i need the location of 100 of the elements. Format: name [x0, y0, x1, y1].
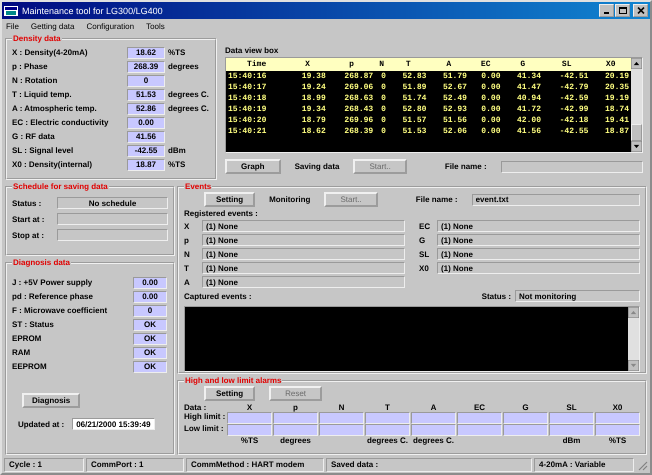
- unit-label: degrees: [280, 436, 311, 445]
- table-cell-text: 51.53: [401, 126, 428, 137]
- input-field[interactable]: [549, 412, 594, 424]
- scroll-down-icon[interactable]: [631, 141, 642, 152]
- setting-button[interactable]: Setting: [204, 192, 256, 207]
- field-label: pd : Reference phase: [12, 292, 94, 301]
- scrollbar[interactable]: [631, 58, 642, 152]
- unit-label: degrees C.: [413, 436, 454, 445]
- maximize-button[interactable]: [615, 4, 630, 17]
- input-field[interactable]: [503, 412, 548, 424]
- input-field[interactable]: [319, 424, 364, 436]
- input-field[interactable]: [365, 424, 410, 436]
- column-header: G: [521, 403, 530, 412]
- field-label: High limit :: [184, 412, 226, 423]
- table-cell-text: 0.00: [480, 126, 502, 137]
- field-label: X0 : Density(internal): [12, 160, 94, 169]
- field-label: Start at :: [12, 214, 46, 224]
- table-cell-text: 41.56: [516, 126, 542, 137]
- column-header: T: [388, 58, 428, 71]
- value-field: OK: [133, 360, 167, 372]
- scroll-thumb[interactable]: [631, 124, 642, 141]
- input-field[interactable]: [319, 412, 364, 424]
- field-label: A : Atmospheric temp.: [12, 104, 98, 113]
- input-field[interactable]: [411, 424, 456, 436]
- input-field[interactable]: [411, 412, 456, 424]
- value-field: 268.39: [127, 60, 165, 72]
- value-field: 18.62: [127, 46, 165, 58]
- column-header: X: [246, 403, 254, 412]
- table-cell-text: 15:40:18: [227, 93, 268, 104]
- table-cell: 20.19: [590, 71, 631, 82]
- unit-label: %TS: [168, 160, 186, 169]
- column-header: N: [338, 403, 346, 412]
- table-cell-text: 0.00: [480, 115, 502, 126]
- status-bar-cell: Cycle : 1: [4, 458, 84, 472]
- table-cell-text: 18.79: [300, 115, 327, 126]
- column-header: A: [430, 403, 438, 412]
- column-header: X0: [612, 403, 624, 412]
- table-cell-text: 40.94: [516, 93, 542, 104]
- value-field: 51.53: [127, 88, 165, 100]
- column-header: EC: [468, 58, 502, 71]
- diagnosis-button[interactable]: Diagnosis: [22, 393, 80, 408]
- menu-item[interactable]: File: [6, 22, 19, 30]
- value-field: 0.00: [133, 290, 167, 302]
- status-field: Not monitoring: [515, 290, 640, 302]
- table-cell-text: 0: [380, 82, 387, 93]
- minimize-button[interactable]: [599, 4, 614, 17]
- unit-label: degrees C.: [168, 104, 209, 113]
- close-button[interactable]: [633, 4, 648, 17]
- table-cell-text: 268.43: [343, 104, 374, 115]
- field-label: X : Density(4-20mA): [12, 48, 89, 57]
- column-header: X: [287, 58, 328, 71]
- input-field[interactable]: [227, 424, 272, 436]
- table-cell: 41.34: [502, 71, 543, 82]
- input-field[interactable]: [273, 412, 318, 424]
- table-cell: 52.83: [388, 71, 428, 82]
- value-field: 0: [133, 304, 167, 316]
- input-field[interactable]: [595, 412, 640, 424]
- table-cell: 0: [375, 71, 388, 82]
- input-field[interactable]: [595, 424, 640, 436]
- table-cell-text: 42.00: [516, 115, 542, 126]
- field-label: Low limit :: [184, 424, 225, 435]
- table-cell-text: 268.39: [343, 126, 374, 137]
- input-field[interactable]: [457, 424, 502, 436]
- value-field: (1) None: [437, 248, 640, 260]
- table-cell-text: 18.87: [604, 126, 630, 137]
- table-cell-text: 0: [380, 93, 387, 104]
- app-icon: [4, 6, 18, 16]
- value-field: (1) None: [437, 234, 640, 246]
- table-cell-text: -42.59: [558, 93, 590, 104]
- field-label: Registered events :: [184, 209, 259, 218]
- menu-item[interactable]: Configuration: [86, 22, 134, 30]
- scroll-up-icon[interactable]: [631, 58, 642, 69]
- setting-button[interactable]: Setting: [204, 386, 256, 401]
- input-field[interactable]: [365, 412, 410, 424]
- file-name-field[interactable]: [500, 160, 643, 172]
- menu-item[interactable]: Getting data: [30, 22, 74, 30]
- table-cell: 51.79: [428, 71, 469, 82]
- menu-item[interactable]: Tools: [146, 22, 165, 30]
- input-field[interactable]: No schedule: [57, 197, 168, 209]
- value-field: (1) None: [437, 262, 640, 274]
- graph-button[interactable]: Graph: [225, 159, 281, 174]
- input-field[interactable]: [57, 213, 168, 225]
- input-field[interactable]: [457, 412, 502, 424]
- input-field[interactable]: [227, 412, 272, 424]
- table-cell-text: 0.00: [480, 93, 502, 104]
- table-cell-text: 0.00: [480, 104, 502, 115]
- table-cell-text: -42.99: [558, 104, 590, 115]
- maximize-icon: [618, 7, 626, 14]
- table-cell-text: 52.80: [401, 104, 428, 115]
- value-field: 52.86: [127, 102, 165, 114]
- input-field[interactable]: [503, 424, 548, 436]
- input-field[interactable]: [57, 229, 168, 241]
- unit-label: %TS: [168, 48, 186, 57]
- input-field[interactable]: [549, 424, 594, 436]
- column-header: X0: [590, 58, 631, 71]
- close-icon: [636, 7, 644, 14]
- field-label: File name :: [416, 195, 458, 204]
- input-field[interactable]: [273, 424, 318, 436]
- file-name-field[interactable]: event.txt: [472, 194, 640, 206]
- resize-grip-icon[interactable]: [636, 458, 648, 470]
